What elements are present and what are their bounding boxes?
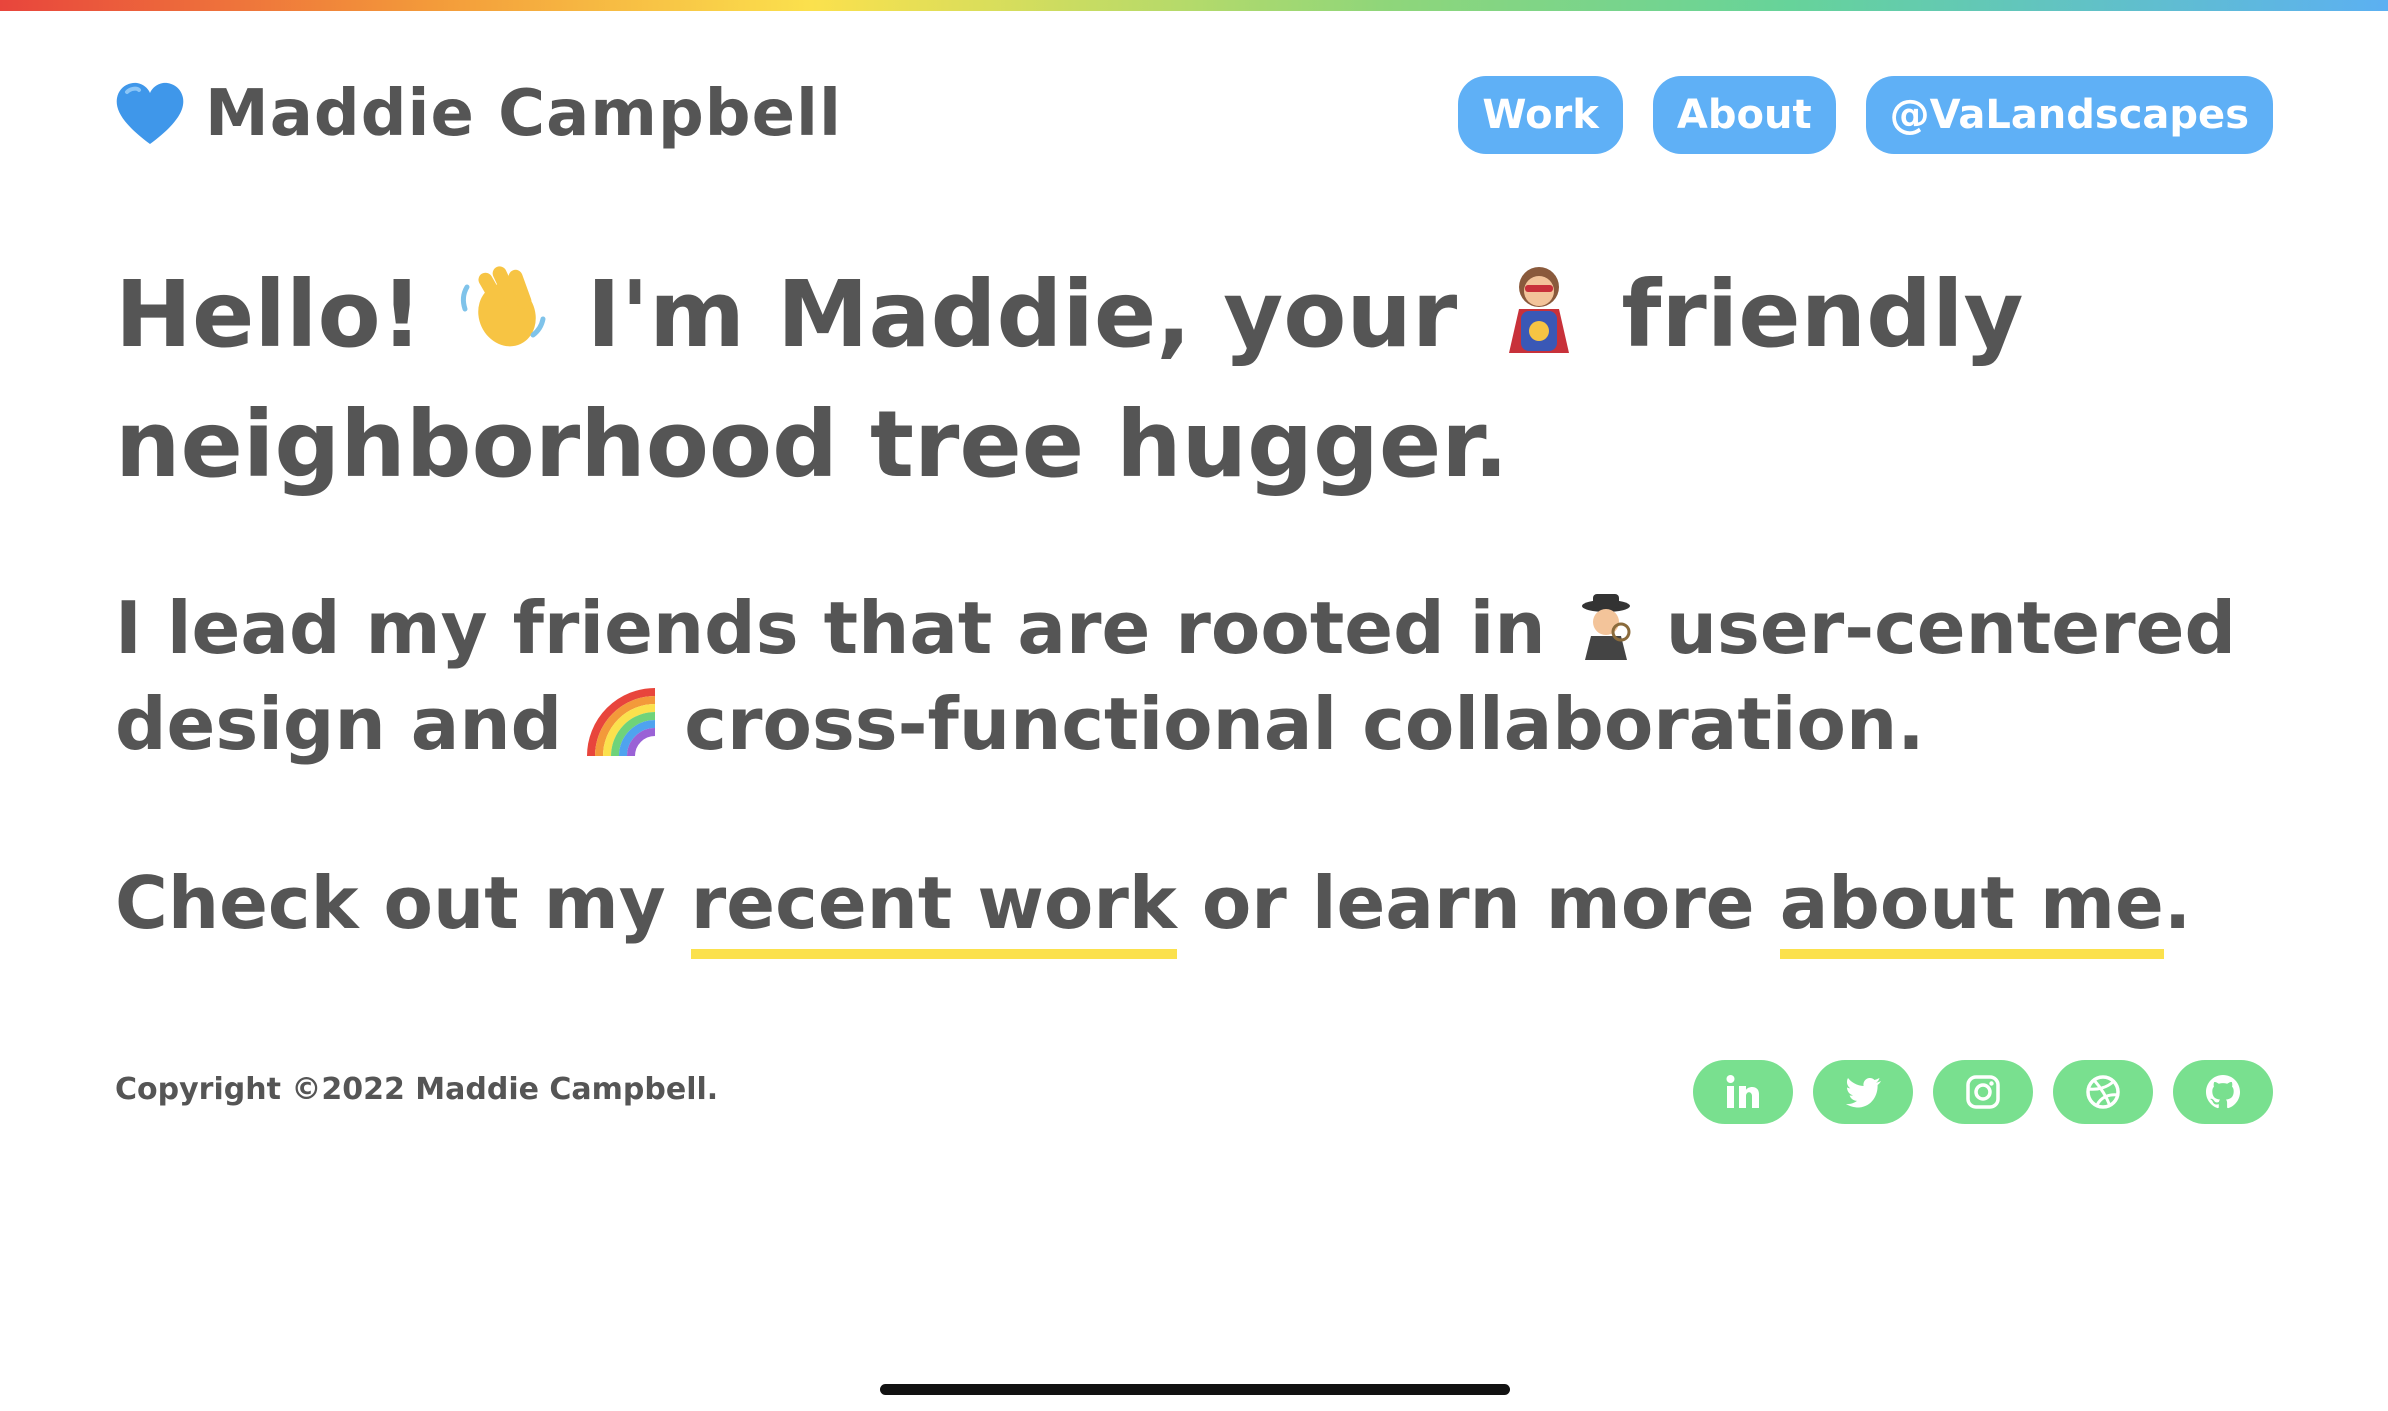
recent-work-link[interactable]: recent work xyxy=(690,861,1177,959)
main-nav: Work About @VaLandscapes xyxy=(1458,76,2273,154)
hero-text-1: Hello! xyxy=(115,261,455,368)
brand-name: Maddie Campbell xyxy=(205,77,842,151)
nav-work-button[interactable]: Work xyxy=(1458,76,1623,154)
home-indicator[interactable] xyxy=(880,1384,1510,1395)
superhero-icon xyxy=(1509,267,1570,354)
cta-middle: or learn more xyxy=(1176,861,1780,945)
about-me-link[interactable]: about me xyxy=(1779,861,2164,959)
nav-handle-button[interactable]: @VaLandscapes xyxy=(1865,76,2273,154)
site-footer: Copyright ©2022 Maddie Campbell. xyxy=(115,1060,2273,1126)
copyright-text: Copyright ©2022 Maddie Campbell. xyxy=(115,1072,719,1107)
rainbow-icon xyxy=(587,687,656,756)
hero-text-2: I'm Maddie, your xyxy=(554,261,1490,368)
brand[interactable]: Maddie Campbell xyxy=(115,82,842,146)
instagram-icon xyxy=(1966,1075,2000,1109)
cta-suffix: . xyxy=(2163,861,2192,945)
waving-hand-icon xyxy=(460,266,546,347)
intro-paragraph: I lead my friends that are rooted in use… xyxy=(115,580,2275,772)
sub-text-1: I lead my friends that are rooted in xyxy=(115,586,1571,670)
linkedin-icon xyxy=(1726,1075,1759,1108)
blue-heart-icon xyxy=(116,82,184,144)
instagram-button[interactable] xyxy=(1933,1060,2033,1124)
github-icon xyxy=(2206,1075,2240,1109)
sub-text-3: cross-functional collaboration. xyxy=(659,682,1925,766)
nav-about-button[interactable]: About xyxy=(1652,76,1836,154)
cta-paragraph: Check out my recent work or learn more a… xyxy=(115,855,2275,959)
hero-heading: Hello! I'm Maddie, your friendly neighbo… xyxy=(115,250,2275,510)
dribbble-icon xyxy=(2086,1075,2120,1109)
cta-prefix: Check out my xyxy=(115,861,691,945)
twitter-icon xyxy=(1846,1078,1881,1108)
site-header: Maddie Campbell Work About @VaLandscapes xyxy=(115,76,2273,156)
linkedin-button[interactable] xyxy=(1693,1060,1793,1124)
github-button[interactable] xyxy=(2173,1060,2273,1124)
twitter-button[interactable] xyxy=(1813,1060,1913,1124)
detective-icon xyxy=(1581,593,1631,660)
dribbble-button[interactable] xyxy=(2053,1060,2153,1124)
social-links xyxy=(1693,1060,2273,1124)
rainbow-top-bar xyxy=(0,0,2388,11)
